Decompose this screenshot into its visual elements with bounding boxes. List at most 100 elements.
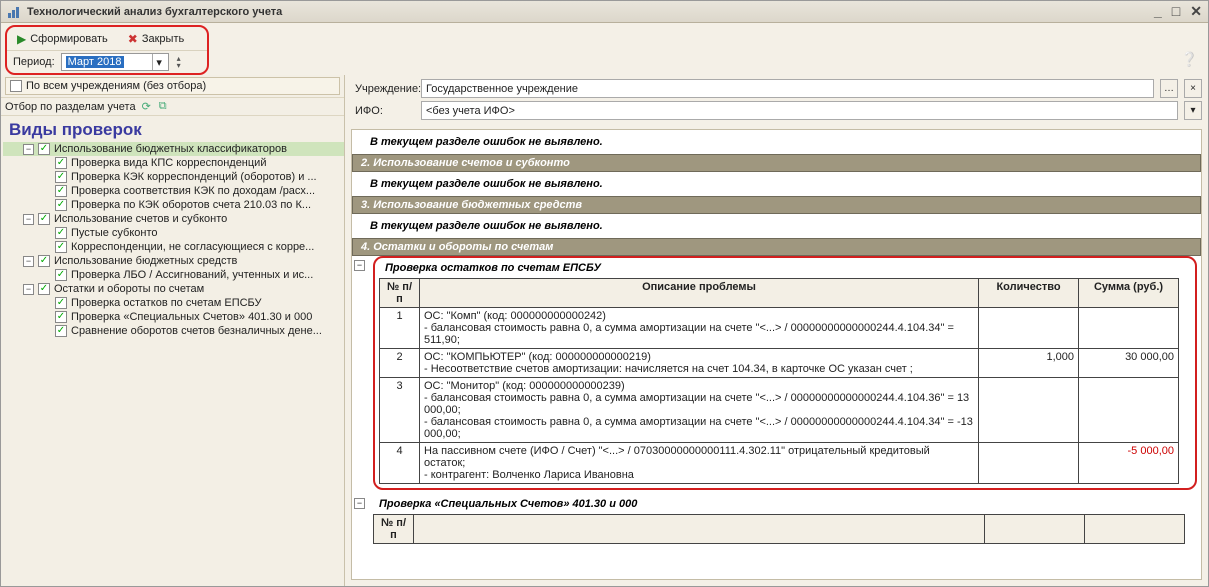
check1-title: Проверка остатков по счетам ЕПСБУ [375, 258, 1195, 276]
tree-item-label: Проверка вида КПС корреспонденций [71, 157, 266, 169]
results-table-2: № п/п [373, 514, 1185, 544]
cell-qty: 1,000 [979, 349, 1079, 378]
tree-leaf[interactable]: Проверка остатков по счетам ЕПСБУ [3, 296, 344, 310]
tree-checkbox[interactable] [55, 269, 67, 281]
period-dropdown-button[interactable]: ▾ [152, 54, 166, 70]
all-orgs-checkbox-row[interactable]: По всем учреждениям (без отбора) [5, 77, 340, 95]
tree-checkbox[interactable] [55, 171, 67, 183]
ifo-label: ИФО: [355, 105, 417, 117]
tree-item-label: Пустые субконто [71, 227, 158, 239]
table-row[interactable]: 2ОС: "КОМПЬЮТЕР" (код: 000000000000219) … [380, 349, 1179, 378]
tree-checkbox[interactable] [38, 143, 50, 155]
tree-twisty-icon[interactable]: − [23, 214, 34, 225]
org-value: Государственное учреждение [426, 83, 578, 95]
ifo-dropdown-button[interactable]: ▾ [1184, 101, 1202, 120]
tree-leaf[interactable]: Пустые субконто [3, 226, 344, 240]
tree-item-label: Остатки и обороты по счетам [54, 283, 204, 295]
tree-checkbox[interactable] [55, 199, 67, 211]
form-button[interactable]: ▶ Сформировать [13, 30, 112, 48]
th-sum-2 [1085, 515, 1185, 544]
results-highlight-frame: Проверка остатков по счетам ЕПСБУ № п/п … [373, 256, 1197, 490]
tree-checkbox[interactable] [38, 283, 50, 295]
filter-toolbar: Отбор по разделам учета ⟳ ⧉ [1, 97, 344, 116]
tree-twisty-icon[interactable]: − [23, 144, 34, 155]
tree-twisty-icon[interactable]: − [23, 256, 34, 267]
section-band-2: 2. Использование счетов и субконто [352, 154, 1201, 172]
th-desc-2 [414, 515, 985, 544]
tree-leaf[interactable]: Проверка по КЭК оборотов счета 210.03 по… [3, 198, 344, 212]
left-panel: По всем учреждениям (без отбора) Отбор п… [1, 75, 345, 586]
help-button[interactable]: ❔ [1181, 51, 1198, 68]
cell-sum [1079, 308, 1179, 349]
org-clear-button[interactable]: × [1184, 79, 1202, 98]
tree-leaf[interactable]: Проверка «Специальных Счетов» 401.30 и 0… [3, 310, 344, 324]
th-num-2: № п/п [374, 515, 414, 544]
tree-leaf[interactable]: Проверка вида КПС корреспонденций [3, 156, 344, 170]
org-select-button[interactable]: … [1160, 79, 1178, 98]
tree-group[interactable]: −Использование счетов и субконто [3, 212, 344, 226]
cell-desc: ОС: "КОМПЬЮТЕР" (код: 000000000000219) -… [420, 349, 979, 378]
tree-checkbox[interactable] [55, 241, 67, 253]
period-input[interactable]: Март 2018 ▾ [61, 53, 169, 71]
checks-tree[interactable]: − Использование бюджетных классификаторов… [1, 142, 344, 586]
table-row[interactable]: 3ОС: "Монитор" (код: 000000000000239) - … [380, 378, 1179, 443]
maximize-button[interactable]: □ [1172, 3, 1180, 20]
tree-item-label: Проверка по КЭК оборотов счета 210.03 по… [71, 199, 311, 211]
cell-desc: На пассивном счете (ИФО / Счет) "<...> /… [420, 443, 979, 484]
tree-leaf[interactable]: Корреспонденции, не согласующиеся с корр… [3, 240, 344, 254]
tree-group[interactable]: − Использование бюджетных средств [3, 254, 344, 268]
cell-sum [1079, 378, 1179, 443]
org-field[interactable]: Государственное учреждение [421, 79, 1154, 98]
tree-item-label: Использование бюджетных классификаторов [54, 143, 287, 155]
close-window-button[interactable]: ✕ [1190, 3, 1202, 20]
tree-checkbox[interactable] [55, 311, 67, 323]
cell-desc: ОС: "Монитор" (код: 000000000000239) - б… [420, 378, 979, 443]
period-label: Период: [13, 56, 55, 68]
tree-checkbox[interactable] [55, 297, 67, 309]
cell-qty [979, 308, 1079, 349]
tree-leaf[interactable]: Проверка КЭК корреспонденций (оборотов) … [3, 170, 344, 184]
tree-checkbox[interactable] [55, 325, 67, 337]
chart-icon [7, 5, 21, 19]
all-orgs-label: По всем учреждениям (без отбора) [26, 80, 206, 92]
check2-title: Проверка «Специальных Счетов» 401.30 и 0… [369, 494, 1201, 512]
filter-refresh-icon[interactable]: ⟳ [140, 100, 153, 113]
tree-leaf[interactable]: Проверка соответствия КЭК по доходам /ра… [3, 184, 344, 198]
close-icon: ✖ [128, 32, 138, 46]
tree-item-label: Проверка соответствия КЭК по доходам /ра… [71, 185, 315, 197]
tree-group[interactable]: − Использование бюджетных классификаторов [3, 142, 344, 156]
tree-checkbox[interactable] [55, 185, 67, 197]
tree-checkbox[interactable] [38, 213, 50, 225]
section-expander-2[interactable]: − [354, 498, 365, 509]
tree-item-label: Использование бюджетных средств [54, 255, 237, 267]
cell-desc: ОС: "Комп" (код: 000000000000242) - бала… [420, 308, 979, 349]
period-value: Март 2018 [66, 56, 124, 68]
tree-item-label: Проверка остатков по счетам ЕПСБУ [71, 297, 262, 309]
filter-label: Отбор по разделам учета [5, 101, 136, 113]
tree-item-label: Проверка КЭК корреспонденций (оборотов) … [71, 171, 317, 183]
tree-checkbox[interactable] [55, 157, 67, 169]
filter-copy-icon[interactable]: ⧉ [157, 100, 169, 113]
tree-leaf[interactable]: Проверка ЛБО / Ассигнований, учтенных и … [3, 268, 344, 282]
close-button[interactable]: ✖ Закрыть [124, 30, 188, 48]
period-spin-down[interactable]: ▾ [177, 62, 181, 69]
tree-group[interactable]: − Остатки и обороты по счетам [3, 282, 344, 296]
window-title: Технологический анализ бухгалтерского уч… [27, 6, 282, 18]
minimize-button[interactable]: _ [1154, 3, 1162, 20]
tree-leaf[interactable]: Сравнение оборотов счетов безналичных де… [3, 324, 344, 338]
all-orgs-checkbox[interactable] [10, 80, 22, 92]
cell-qty [979, 378, 1079, 443]
tree-item-label: Проверка ЛБО / Ассигнований, учтенных и … [71, 269, 313, 281]
table-row[interactable]: 1ОС: "Комп" (код: 000000000000242) - бал… [380, 308, 1179, 349]
tree-twisty-icon[interactable]: − [23, 284, 34, 295]
tree-checkbox[interactable] [55, 227, 67, 239]
cell-num: 4 [380, 443, 420, 484]
table-row[interactable]: 4На пассивном счете (ИФО / Счет) "<...> … [380, 443, 1179, 484]
section-band-4: 4. Остатки и обороты по счетам [352, 238, 1201, 256]
no-errors-3: В текущем разделе ошибок не выявлено. [352, 214, 1201, 238]
tree-item-label: Сравнение оборотов счетов безналичных де… [71, 325, 322, 337]
report-area[interactable]: В текущем разделе ошибок не выявлено. 2.… [351, 129, 1202, 580]
ifo-field[interactable]: <без учета ИФО> [421, 101, 1178, 120]
tree-checkbox[interactable] [38, 255, 50, 267]
section-expander-1[interactable]: − [354, 260, 365, 271]
